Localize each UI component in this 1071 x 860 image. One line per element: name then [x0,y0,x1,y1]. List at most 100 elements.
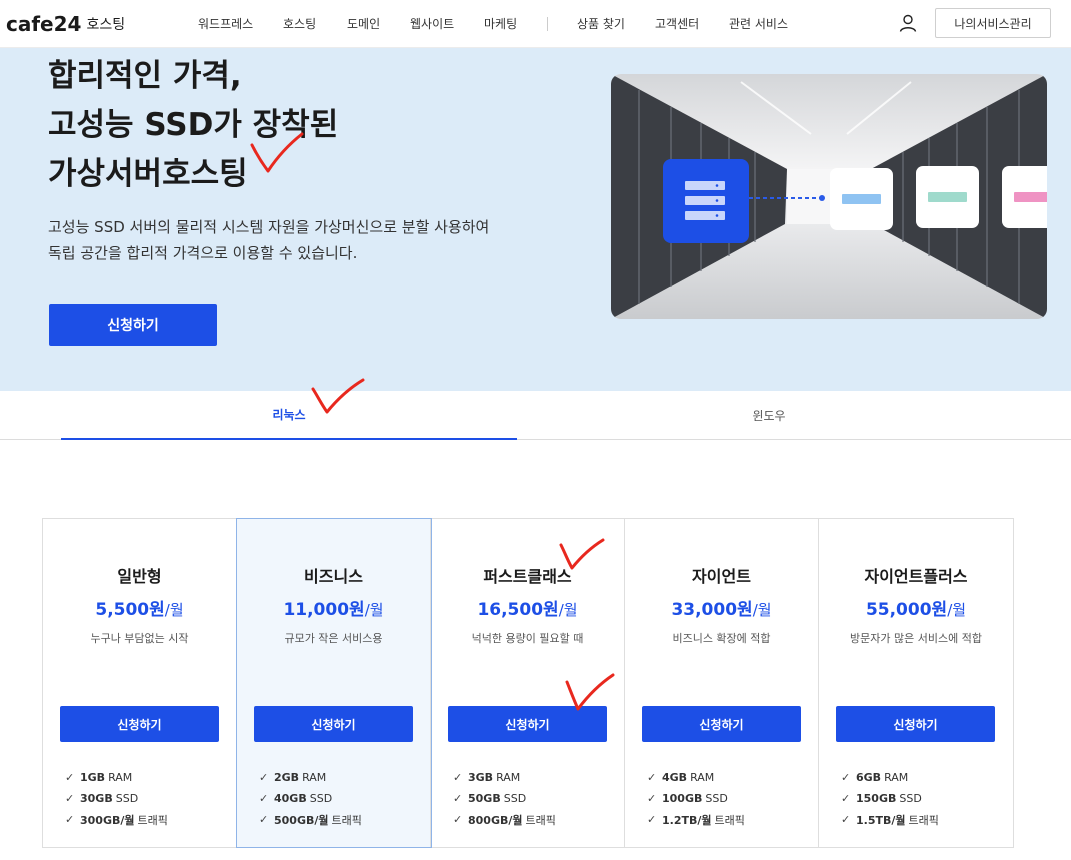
user-icon[interactable] [898,13,918,33]
nav-item-website[interactable]: 웹사이트 [410,15,454,32]
nav-item-wordpress[interactable]: 워드프레스 [198,15,253,32]
plan-card: 퍼스트클래스 16,500원/월 넉넉한 용량이 필요할 때 신청하기 ✓ 3GB… [431,519,625,847]
check-icon: ✓ [65,813,75,826]
spec-label: 트래픽 [137,813,168,827]
plan-name: 자이언트플러스 [864,567,968,586]
spec-label: SSD [899,792,922,805]
spec-value: 1GB [80,771,106,784]
spec-label: RAM [302,771,327,784]
hero-description: 고성능 SSD 서버의 물리적 시스템 자원을 가상머신으로 분할 사용하여 독… [48,214,489,266]
plan-specs: ✓ 4GB RAM ✓ 100GB SSD ✓ 1.2TB/월 트래픽 [647,767,745,830]
spec-item: ✓ 1.2TB/월 트래픽 [647,809,745,830]
plan-apply-button[interactable]: 신청하기 [254,706,413,742]
plan-apply-button[interactable]: 신청하기 [448,706,607,742]
check-icon: ✓ [841,813,851,826]
plan-price: 16,500원/월 [431,595,624,620]
check-icon: ✓ [841,771,851,784]
logo[interactable]: cafe24 호스팅 [6,12,125,36]
spec-value: 3GB [468,771,494,784]
plan-name: 자이언트 [692,567,751,586]
logo-sub: 호스팅 [86,17,126,33]
plan-price-amount: 55,000원 [865,600,948,620]
plan-description: 넉넉한 용량이 필요할 때 [471,632,584,645]
spec-item: ✓ 3GB RAM [453,767,556,788]
plan-price-amount: 5,500원 [95,600,165,620]
spec-item: ✓ 100GB SSD [647,788,745,809]
spec-label: 트래픽 [525,813,556,827]
plan-description: 방문자가 많은 서비스에 적합 [850,632,982,645]
spec-value: 6GB [856,771,882,784]
check-icon: ✓ [259,813,269,826]
spec-value: 800GB/월 [468,813,523,827]
plan-apply-button[interactable]: 신청하기 [60,706,219,742]
plan-card: 일반형 5,500원/월 누구나 부담없는 시작 신청하기 ✓ 1GB RAM ✓ 3… [43,519,237,847]
hero-desc-line: 고성능 SSD 서버의 물리적 시스템 자원을 가상머신으로 분할 사용하여 [48,218,490,236]
plan-price-unit: /월 [558,601,578,619]
check-icon: ✓ [453,771,463,784]
tab-windows[interactable]: 윈도우 [517,391,1021,440]
plan-description: 규모가 작은 서비스용 [284,632,383,645]
check-icon: ✓ [647,771,657,784]
nav-item-marketing[interactable]: 마케팅 [484,15,517,32]
check-icon: ✓ [453,813,463,826]
spec-label: SSD [309,792,333,805]
spec-value: 500GB/월 [274,813,329,827]
spec-item: ✓ 800GB/월 트래픽 [453,809,556,830]
my-service-button[interactable]: 나의서비스관리 [935,8,1051,38]
spec-item: ✓ 30GB SSD [65,788,168,809]
check-icon: ✓ [647,792,657,805]
plan-price-amount: 33,000원 [671,600,753,620]
plan-specs: ✓ 2GB RAM ✓ 40GB SSD ✓ 500GB/월 트래픽 [259,767,362,830]
spec-label: 트래픽 [331,813,362,827]
spec-label: SSD [503,792,527,805]
server-room-illustration [611,74,1047,319]
spec-value: 4GB [662,771,688,784]
plan-apply-button[interactable]: 신청하기 [642,706,801,742]
hero-title-line: 가상서버호스팅 [48,156,248,192]
nav-item-find-product[interactable]: 상품 찾기 [577,15,625,32]
spec-item: ✓ 300GB/월 트래픽 [65,809,168,830]
nav-item-related-services[interactable]: 관련 서비스 [729,15,788,32]
plan-apply-button[interactable]: 신청하기 [836,706,995,742]
logo-mark: cafe24 [6,12,82,36]
plan-description: 비즈니스 확장에 적합 [672,632,771,645]
hero-section: 합리적인 가격, 고성능 SSD가 장착된 가상서버호스팅 고성능 SSD 서버… [0,48,1071,391]
tab-linux[interactable]: 리눅스 [61,391,517,440]
plan-name: 일반형 [117,567,162,586]
plan-price: 5,500원/월 [43,595,236,620]
spec-item: ✓ 1GB RAM [65,767,168,788]
spec-value: 1.2TB/월 [662,813,712,827]
plan-specs: ✓ 3GB RAM ✓ 50GB SSD ✓ 800GB/월 트래픽 [453,767,556,830]
plan-card: 자이언트 33,000원/월 비즈니스 확장에 적합 신청하기 ✓ 4GB RAM … [625,519,819,847]
check-icon: ✓ [65,771,75,784]
plan-price-unit: /월 [164,601,184,619]
check-icon: ✓ [65,792,75,805]
spec-value: 50GB [468,792,501,805]
spec-label: RAM [884,771,909,784]
hero-desc-line: 독립 공간을 합리적 가격으로 이용할 수 있습니다. [48,244,358,262]
hero-title-line: 합리적인 가격, [48,58,242,94]
plans-table: 일반형 5,500원/월 누구나 부담없는 시작 신청하기 ✓ 1GB RAM ✓ 3… [42,518,1014,848]
nav-item-support[interactable]: 고객센터 [655,15,699,32]
spec-item: ✓ 500GB/월 트래픽 [259,809,362,830]
hero-title: 합리적인 가격, 고성능 SSD가 장착된 가상서버호스팅 [48,52,338,199]
plan-price: 11,000원/월 [237,595,430,620]
spec-label: RAM [690,771,715,784]
spec-item: ✓ 150GB SSD [841,788,939,809]
check-icon: ✓ [841,792,851,805]
spec-item: ✓ 6GB RAM [841,767,939,788]
plan-name: 퍼스트클래스 [483,567,572,586]
os-tabs: 리눅스 윈도우 [0,391,1071,440]
spec-item: ✓ 40GB SSD [259,788,362,809]
plan-price-unit: /월 [947,601,967,619]
nav-item-domain[interactable]: 도메인 [347,15,380,32]
plan-card: 비즈니스 11,000원/월 규모가 작은 서비스용 신청하기 ✓ 2GB RAM … [236,518,432,848]
spec-value: 100GB [662,792,703,805]
plan-price: 33,000원/월 [625,595,818,620]
hero-apply-button[interactable]: 신청하기 [49,304,217,346]
plan-specs: ✓ 6GB RAM ✓ 150GB SSD ✓ 1.5TB/월 트래픽 [841,767,939,830]
spec-value: 30GB [80,792,113,805]
spec-item: ✓ 4GB RAM [647,767,745,788]
nav-divider [547,17,548,31]
nav-item-hosting[interactable]: 호스팅 [283,15,316,32]
